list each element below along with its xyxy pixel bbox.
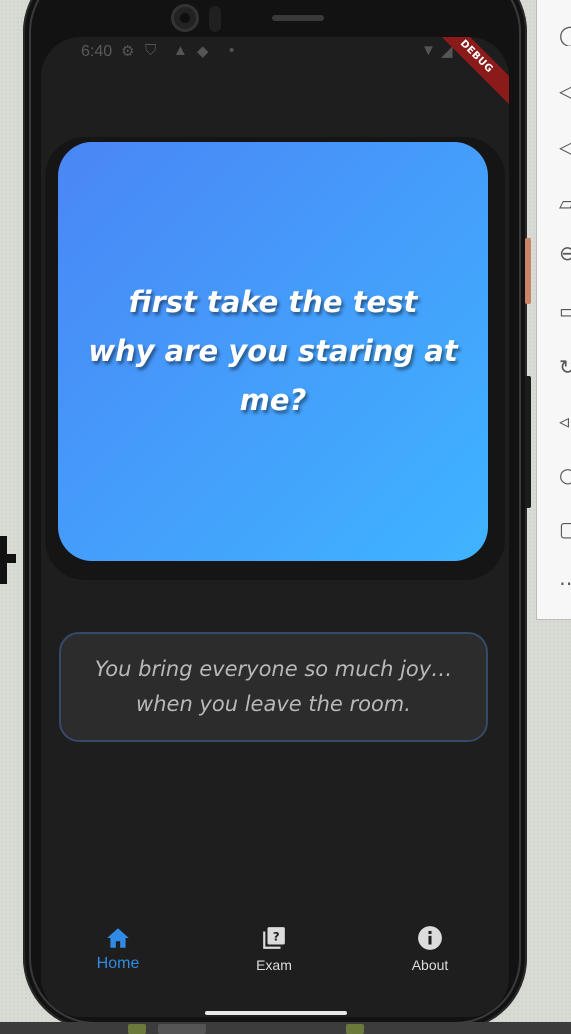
nav-label-home: Home: [96, 955, 140, 972]
status-time: 6:40: [81, 43, 113, 60]
info-icon: [418, 926, 442, 950]
card-text: first take the test why are you staring …: [72, 278, 474, 425]
taskbar-strip: [0, 1022, 571, 1034]
overview-icon[interactable]: ▢: [559, 518, 571, 540]
quote-text: You bring everyone so much joy… when you…: [94, 657, 453, 716]
home-icon: [107, 928, 129, 948]
background-plus-sign: [0, 536, 22, 584]
volume-button: [525, 238, 531, 304]
wifi-icon: ▼: [421, 42, 436, 59]
volume-up-icon[interactable]: ◁: [559, 80, 571, 102]
shield-icon: ⛉: [145, 42, 157, 59]
quiz-icon: ?: [263, 927, 285, 949]
quote-box: You bring everyone so much joy… when you…: [59, 632, 488, 742]
settings-icon: ⚙: [121, 43, 135, 60]
roast-card[interactable]: first take the test why are you staring …: [58, 142, 488, 561]
more-icon[interactable]: ⋯: [559, 572, 571, 594]
card-line-1: first take the test: [128, 285, 418, 319]
home-indicator: [205, 1011, 347, 1015]
refresh-icon[interactable]: ↻: [559, 356, 571, 378]
front-camera: [171, 4, 199, 32]
dot-icon: •: [229, 42, 235, 59]
zoom-icon[interactable]: ⊖: [559, 242, 571, 264]
home-button-icon[interactable]: ○: [559, 464, 571, 486]
nav-item-about[interactable]: About: [370, 925, 490, 973]
side-button: [525, 376, 531, 508]
nav-label-exam: Exam: [256, 957, 292, 973]
svg-text:?: ?: [273, 930, 280, 944]
bottom-navigation: Home ? Exam About: [41, 925, 509, 995]
nav-item-home[interactable]: Home: [58, 925, 178, 973]
nav-item-exam[interactable]: ? Exam: [214, 925, 334, 973]
sensor: [209, 6, 221, 32]
screenshot-icon[interactable]: ▭: [559, 300, 571, 322]
status-bar: 6:40 ⚙ ⛉ ▲ ◆ • ▼ ◢ DEBUG: [41, 37, 509, 111]
rotate-icon[interactable]: ▱: [559, 192, 571, 214]
nav-label-about: About: [411, 957, 449, 973]
a-icon: ▲: [173, 42, 188, 59]
back-icon[interactable]: ◃: [559, 410, 571, 432]
power-icon[interactable]: ◯: [559, 24, 571, 46]
emulator-side-toolbar: ◯ ◁ ◁ ▱ ⊖ ▭ ↻ ◃ ○ ▢ ⋯: [536, 0, 571, 620]
app-screen: 6:40 ⚙ ⛉ ▲ ◆ • ▼ ◢ DEBUG first take the …: [41, 37, 509, 1017]
volume-down-icon[interactable]: ◁: [559, 136, 571, 158]
earpiece-speaker: [272, 15, 324, 21]
play-shield-icon: ◆: [197, 43, 209, 60]
card-line-2: why are you staring at me?: [88, 334, 458, 417]
debug-banner: DEBUG: [422, 37, 509, 111]
